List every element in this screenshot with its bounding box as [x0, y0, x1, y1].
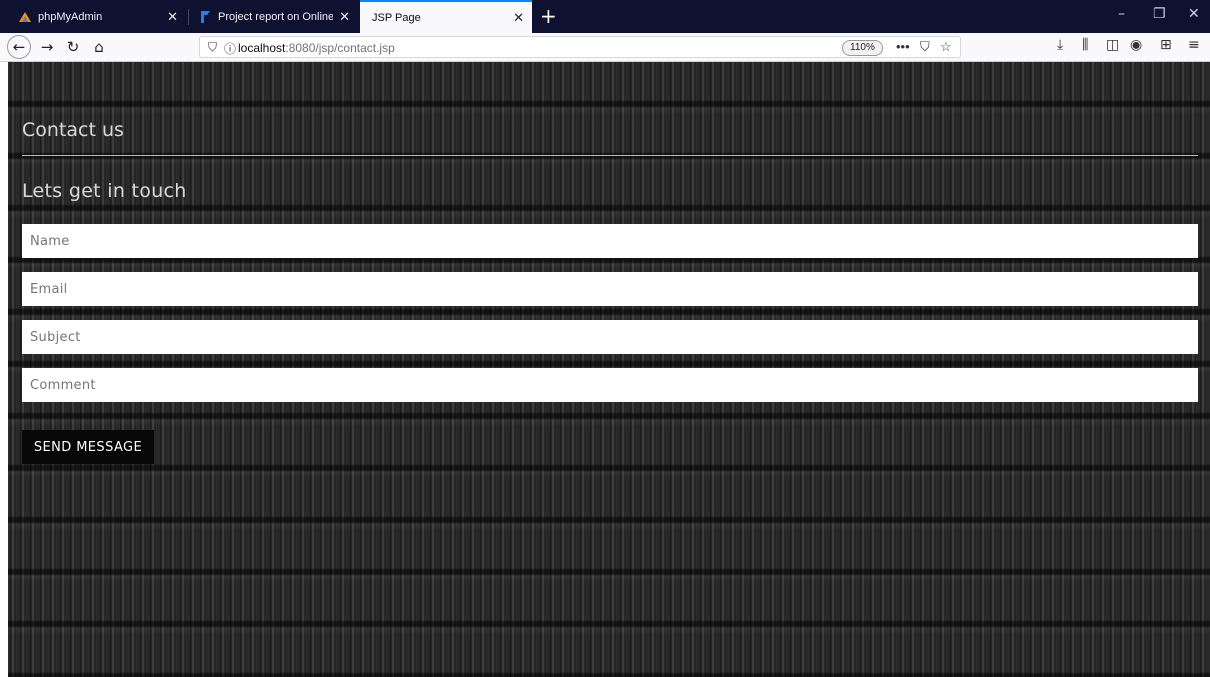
tab-label: phpMyAdmin — [38, 10, 103, 23]
menu-icon[interactable]: ≡ — [1188, 37, 1200, 53]
project-favicon-icon — [198, 10, 212, 24]
close-window-icon[interactable]: ✕ — [1188, 6, 1200, 22]
url-host: localhost — [238, 41, 286, 55]
sidebar-icon[interactable]: ◫ — [1106, 37, 1119, 53]
shield-icon[interactable]: ⛉ — [208, 40, 217, 55]
back-button[interactable]: ← — [7, 35, 31, 59]
home-icon: ⌂ — [94, 38, 104, 56]
restore-icon[interactable]: ❐ — [1153, 6, 1166, 22]
send-message-button[interactable]: SEND MESSAGE — [22, 430, 154, 464]
phpmyadmin-favicon-icon — [18, 10, 32, 24]
name-input[interactable] — [22, 224, 1198, 258]
browser-nav-bar: ← → ↻ ⌂ ⛉ ⓘ localhost:8080/jsp/contact.j… — [0, 33, 1210, 62]
close-tab-icon[interactable]: ✕ — [513, 10, 524, 26]
tab-jsp-page[interactable]: JSP Page ✕ — [360, 0, 532, 33]
form-heading: Lets get in touch — [22, 180, 187, 202]
page-actions-icon[interactable]: ••• — [896, 39, 910, 54]
home-button[interactable]: ⌂ — [88, 37, 110, 57]
new-tab-button[interactable]: + — [540, 4, 557, 28]
tab-label: JSP Page — [372, 11, 421, 24]
minimize-icon[interactable]: – — [1118, 6, 1125, 22]
download-icon[interactable]: ⤓ — [1057, 37, 1063, 53]
comment-input[interactable] — [22, 368, 1198, 402]
zoom-level-badge[interactable]: 110% — [842, 40, 883, 56]
subject-input[interactable] — [22, 320, 1198, 354]
bookmark-star-icon[interactable]: ☆ — [940, 39, 952, 55]
tab-label: Project report on Online Car R… — [218, 10, 334, 23]
pocket-icon[interactable]: ⛉ — [920, 39, 930, 55]
info-icon[interactable]: ⓘ — [224, 40, 236, 57]
arrow-right-icon: → — [40, 38, 54, 56]
close-tab-icon[interactable]: ✕ — [339, 9, 350, 25]
contact-page: Contact us Lets get in touch SEND MESSAG… — [8, 62, 1210, 677]
extensions-icon[interactable]: ⊞ — [1160, 37, 1172, 53]
browser-tab-bar: phpMyAdmin ✕ Project report on Online Ca… — [0, 0, 1210, 33]
reload-icon: ↻ — [66, 38, 80, 56]
account-icon[interactable]: ◉ — [1130, 37, 1142, 53]
arrow-left-icon: ← — [12, 38, 26, 56]
reload-button[interactable]: ↻ — [62, 37, 84, 57]
tab-separator — [188, 9, 189, 25]
heading-divider — [22, 155, 1198, 156]
url-bar[interactable]: ⛉ ⓘ localhost:8080/jsp/contact.jsp 110% … — [199, 36, 961, 58]
url-text: localhost:8080/jsp/contact.jsp — [238, 41, 395, 55]
url-path: :8080/jsp/contact.jsp — [285, 41, 395, 55]
email-input[interactable] — [22, 272, 1198, 306]
library-icon[interactable]: ⫼ — [1082, 37, 1088, 53]
close-tab-icon[interactable]: ✕ — [167, 9, 178, 25]
tab-phpmyadmin[interactable]: phpMyAdmin ✕ — [10, 0, 186, 33]
forward-button[interactable]: → — [36, 37, 58, 57]
tab-project-report[interactable]: Project report on Online Car R… ✕ — [190, 0, 358, 33]
page-title: Contact us — [22, 119, 124, 141]
